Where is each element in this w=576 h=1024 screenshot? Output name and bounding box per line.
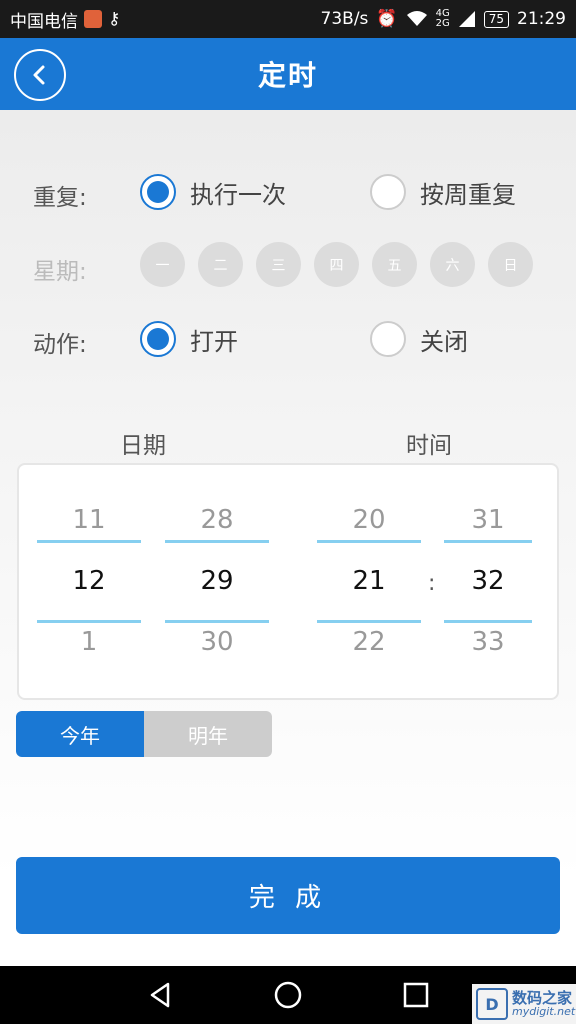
weekday-tue[interactable]: 二 [198, 242, 243, 287]
page-title: 定时 [257, 59, 318, 92]
hour-prev: 20 [352, 505, 386, 535]
day-current: 29 [200, 566, 234, 596]
signal-icon [458, 11, 475, 27]
done-button[interactable]: 完 成 [16, 857, 560, 934]
radio-checked-icon [140, 321, 176, 357]
chevron-left-icon [33, 65, 45, 85]
radio-label: 按周重复 [420, 180, 516, 209]
wheel-divider [317, 620, 421, 623]
radio-action-on[interactable]: 打开 [140, 321, 238, 357]
hour-current: 21 [352, 566, 386, 596]
network-type: 4G 2G [435, 8, 450, 29]
clock: 21:29 [517, 9, 566, 29]
back-button[interactable] [14, 49, 66, 101]
month-wheel[interactable]: 11 12 1 [37, 465, 141, 702]
watermark-logo-icon: D [476, 988, 508, 1020]
wheel-divider [165, 540, 269, 543]
wheel-divider [444, 620, 532, 623]
weekday-thu[interactable]: 四 [314, 242, 359, 287]
minute-prev: 31 [471, 505, 505, 535]
day-prev: 28 [200, 505, 234, 535]
weekday-sun[interactable]: 日 [488, 242, 533, 287]
wheel-divider [317, 540, 421, 543]
date-title: 日期 [120, 433, 166, 459]
watermark-title: 数码之家 [512, 988, 573, 1007]
day-wheel[interactable]: 28 29 30 [165, 465, 269, 702]
month-next: 1 [80, 627, 98, 657]
weekday-mon[interactable]: 一 [140, 242, 185, 287]
radio-unchecked-icon [370, 174, 406, 210]
radio-unchecked-icon [370, 321, 406, 357]
radio-repeat-once[interactable]: 执行一次 [140, 174, 286, 210]
datetime-picker: 11 12 1 28 29 30 20 21 22 : 31 32 33 [17, 463, 559, 700]
weekday-wed[interactable]: 三 [256, 242, 301, 287]
carrier-label: 中国电信 [10, 11, 78, 32]
wheel-divider [165, 620, 269, 623]
network-speed: 73B/s [320, 9, 369, 29]
year-toggle: 今年 明年 [16, 711, 272, 757]
repeat-label: 重复: [33, 185, 87, 211]
action-label: 动作: [33, 332, 87, 358]
hour-next: 22 [352, 627, 386, 657]
weekday-fri[interactable]: 五 [372, 242, 417, 287]
time-title: 时间 [406, 433, 452, 459]
radio-label: 执行一次 [190, 180, 286, 209]
status-bar: 中国电信 ⚷ 73B/s ⏰ 4G 2G 75 21:29 [0, 0, 576, 38]
app-header: 定时 [0, 38, 576, 110]
radio-repeat-weekly[interactable]: 按周重复 [370, 174, 516, 210]
wheel-divider [37, 540, 141, 543]
wheel-divider [37, 620, 141, 623]
home-circle-icon[interactable] [273, 980, 303, 1010]
wifi-icon [406, 11, 427, 26]
radio-label: 关闭 [420, 327, 468, 356]
content-area: 重复: 执行一次 按周重复 星期: 一 二 三 四 五 六 日 动作: 打开 关… [0, 110, 576, 966]
alarm-icon: ⏰ [376, 9, 398, 29]
battery-icon: 75 [483, 10, 509, 28]
wheel-divider [444, 540, 532, 543]
radio-checked-icon [140, 174, 176, 210]
weekday-selector: 一 二 三 四 五 六 日 [140, 242, 533, 287]
key-icon: ⚷ [108, 9, 121, 29]
weekday-sat[interactable]: 六 [430, 242, 475, 287]
weekday-label: 星期: [33, 259, 87, 285]
minute-next: 33 [471, 627, 505, 657]
month-current: 12 [72, 566, 106, 596]
recent-apps-icon[interactable] [401, 980, 431, 1010]
day-next: 30 [200, 627, 234, 657]
hour-wheel[interactable]: 20 21 22 [317, 465, 421, 702]
back-triangle-icon[interactable] [146, 980, 176, 1010]
minute-wheel[interactable]: 31 32 33 [444, 465, 532, 702]
minute-current: 32 [471, 566, 505, 596]
next-year-button[interactable]: 明年 [144, 711, 272, 757]
watermark-url: mydigit.net [512, 1005, 576, 1019]
radio-label: 打开 [190, 327, 238, 356]
month-prev: 11 [72, 505, 106, 535]
time-separator: : [428, 571, 436, 596]
this-year-button[interactable]: 今年 [16, 711, 144, 757]
notification-icon [84, 10, 102, 28]
watermark: D 数码之家 mydigit.net [472, 984, 576, 1024]
radio-action-off[interactable]: 关闭 [370, 321, 468, 357]
